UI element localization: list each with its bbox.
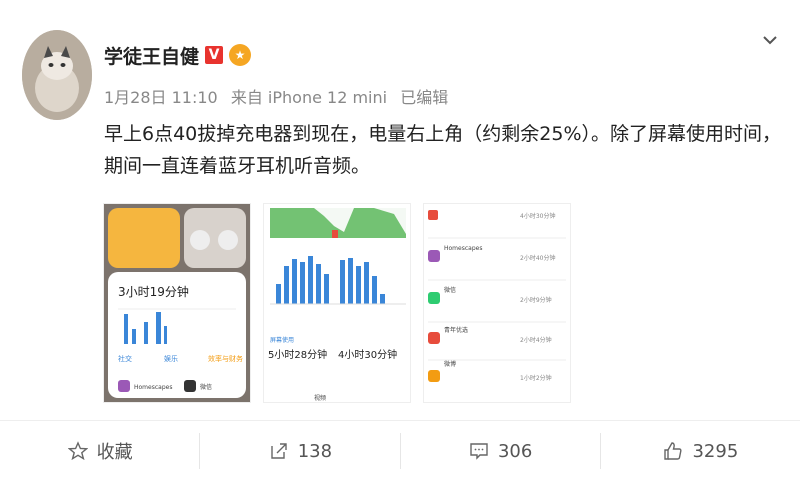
image-2-screenshot: 屏幕使用 5小时28分钟 4小时30分钟 视频 — [264, 204, 410, 402]
image-3-screenshot: 4小时30分钟 Homescapes 2小时40分钟 微信 2小时9分钟 青年优… — [424, 204, 570, 402]
image-3[interactable]: 4小时30分钟 Homescapes 2小时40分钟 微信 2小时9分钟 青年优… — [423, 203, 571, 403]
share-count: 138 — [297, 440, 333, 462]
image-1[interactable]: 3小时19分钟 社交 娱乐 效率与财务 Homescapes 微信 — [103, 203, 251, 403]
post-source: 来自 iPhone 12 mini — [230, 88, 388, 107]
post-meta: 1月28日 11:10 来自 iPhone 12 mini 已编辑 — [104, 84, 456, 108]
edited-label[interactable]: 已编辑 — [400, 88, 448, 107]
image-3-app-time-5: 1小时2分钟 — [520, 374, 552, 382]
image-3-app-time-3: 2小时9分钟 — [520, 296, 552, 304]
action-bar: 收藏 138 306 3295 — [0, 420, 800, 481]
image-2-left-label: 屏幕使用 — [270, 336, 294, 344]
member-crown-icon: ★ — [229, 44, 252, 66]
star-icon — [67, 440, 89, 462]
chevron-down-icon[interactable] — [760, 30, 780, 55]
image-1-app-homescapes: Homescapes — [134, 384, 172, 391]
image-2-left-value: 5小时28分钟 — [268, 348, 327, 361]
image-3-app-name-3: 微信 — [444, 286, 456, 294]
username[interactable]: 学徒王自健 — [104, 42, 199, 69]
share-icon — [268, 440, 290, 462]
image-gallery: 3小时19分钟 社交 娱乐 效率与财务 Homescapes 微信 屏幕使用 5… — [103, 203, 571, 403]
like-button[interactable]: 3295 — [601, 433, 800, 469]
name-row: 学徒王自健 V ★ — [104, 42, 252, 69]
favorite-label: 收藏 — [96, 442, 133, 463]
image-3-app-name-5: 微博 — [444, 360, 456, 368]
post-content: 早上6点40拔掉充电器到现在，电量右上角（约剩余25%）。除了屏幕使用时间，期间… — [104, 123, 781, 177]
image-3-app-name-4: 青年优选 — [444, 326, 468, 334]
image-3-app-time-1: 4小时30分钟 — [520, 212, 555, 220]
image-3-app-name-2: Homescapes — [444, 245, 482, 252]
verified-badge: V — [205, 46, 224, 64]
comment-icon — [468, 440, 490, 462]
image-1-duration: 3小时19分钟 — [118, 284, 189, 299]
avatar[interactable] — [22, 30, 92, 120]
image-2[interactable]: 屏幕使用 5小时28分钟 4小时30分钟 视频 — [263, 203, 411, 403]
thumbs-up-icon — [662, 440, 684, 462]
image-1-app-wechat: 微信 — [200, 383, 212, 391]
image-1-label-productivity: 效率与财务 — [208, 354, 243, 363]
image-2-bottom-label: 视频 — [314, 394, 326, 402]
image-2-right-value: 4小时30分钟 — [338, 348, 397, 361]
battery-chart — [270, 208, 406, 238]
image-1-label-social: 社交 — [118, 354, 132, 363]
post-date[interactable]: 1月28日 11:10 — [104, 88, 218, 107]
image-1-label-entertainment: 娱乐 — [164, 354, 178, 363]
image-3-app-time-2: 2小时40分钟 — [520, 254, 555, 262]
image-1-screenshot: 3小时19分钟 社交 娱乐 效率与财务 Homescapes 微信 — [104, 204, 250, 402]
comment-button[interactable]: 306 — [401, 433, 600, 469]
comment-count: 306 — [497, 440, 533, 462]
image-3-app-time-4: 2小时4分钟 — [520, 336, 552, 344]
cat-avatar-image — [22, 30, 92, 120]
share-button[interactable]: 138 — [200, 433, 399, 469]
favorite-button[interactable]: 收藏 — [0, 433, 199, 469]
weibo-post: 学徒王自健 V ★ 1月28日 11:10 来自 iPhone 12 mini … — [0, 0, 800, 480]
like-count: 3295 — [692, 440, 739, 462]
